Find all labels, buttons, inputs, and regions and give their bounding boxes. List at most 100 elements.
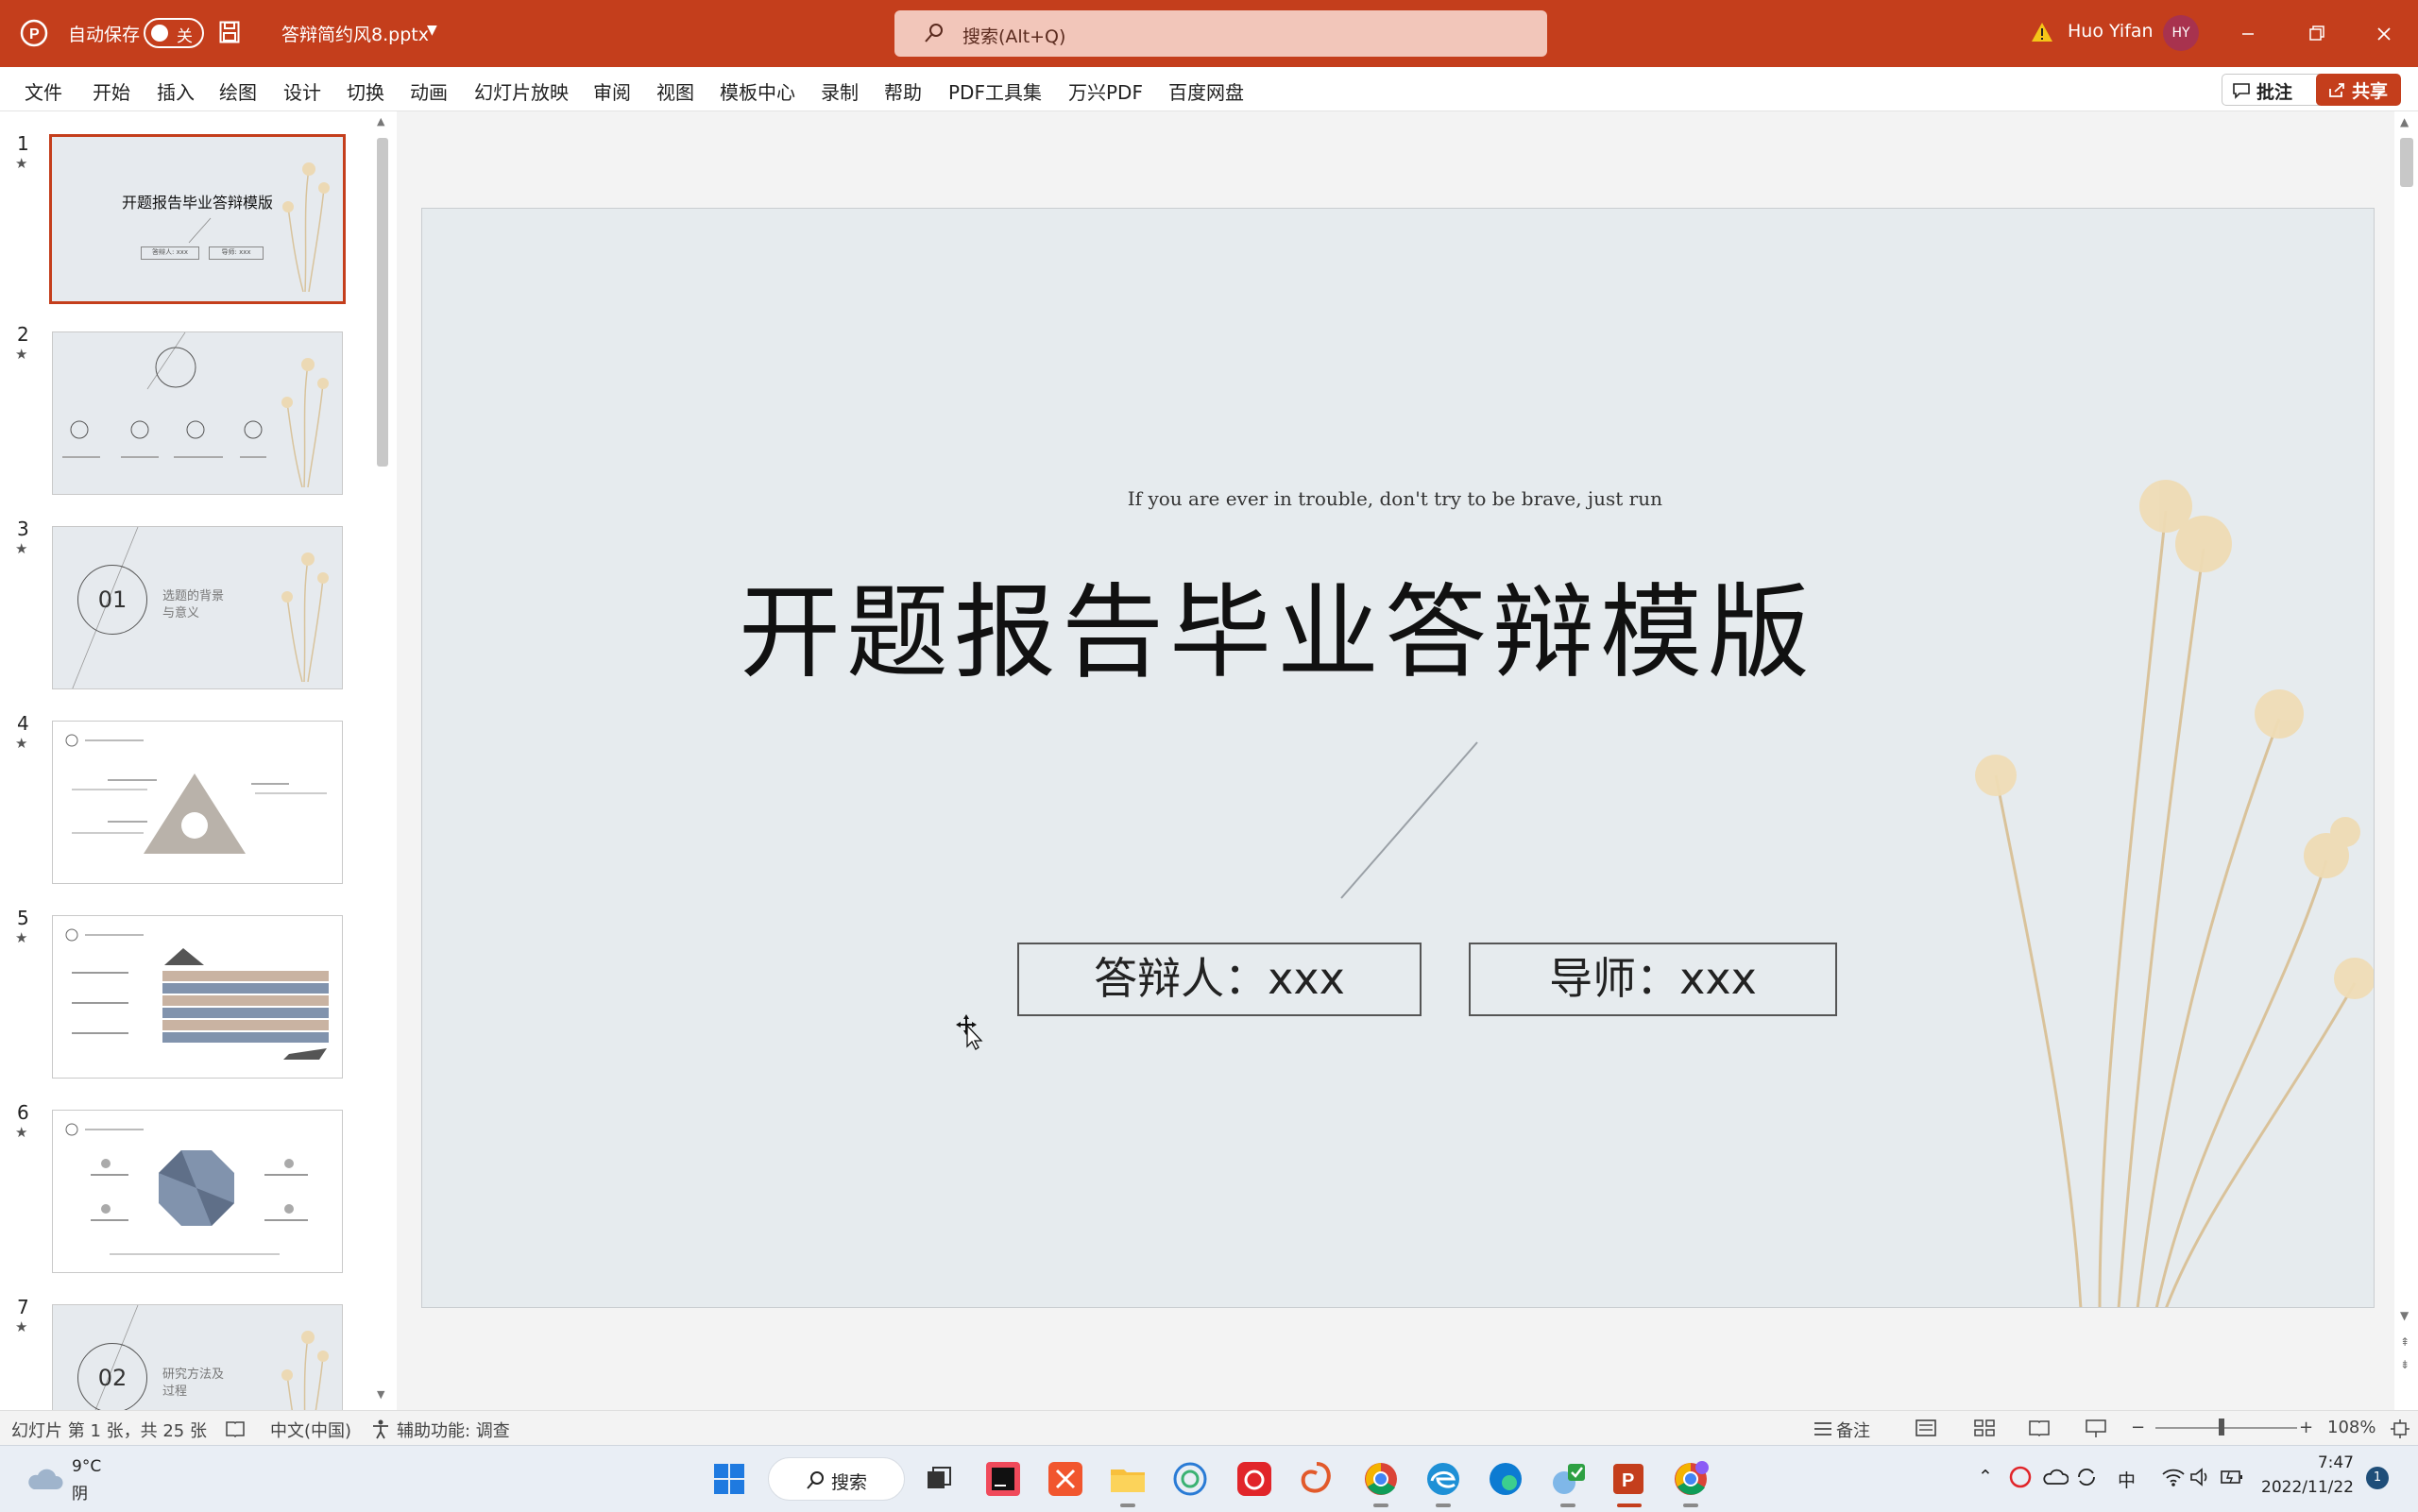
zoom-in-icon[interactable]: + — [2299, 1418, 2313, 1437]
reading-view-icon[interactable] — [2029, 1419, 2050, 1436]
zoom-slider-track[interactable] — [2155, 1427, 2297, 1429]
app-icon-globe[interactable] — [1169, 1458, 1211, 1500]
scrollbar-thumb[interactable] — [377, 138, 388, 467]
jetbrains-icon[interactable] — [982, 1458, 1024, 1500]
scroll-down-icon[interactable]: ▼ — [377, 1388, 384, 1401]
scroll-up-icon[interactable]: ▲ — [2400, 115, 2409, 128]
slide-thumbnail-5[interactable] — [52, 915, 343, 1079]
spelling-check-icon[interactable] — [225, 1420, 246, 1437]
tab-home[interactable]: 开始 — [93, 77, 130, 105]
zoom-level[interactable]: 108% — [2327, 1418, 2375, 1437]
app-icon-check[interactable] — [1547, 1458, 1589, 1500]
ime-indicator[interactable]: 中 — [2118, 1467, 2136, 1492]
save-icon[interactable] — [219, 21, 240, 43]
scroll-up-icon[interactable]: ▲ — [377, 115, 384, 127]
restore-icon[interactable] — [2297, 17, 2335, 51]
slide-thumbnail-6[interactable] — [52, 1110, 343, 1273]
scrollbar-thumb[interactable] — [2400, 138, 2413, 187]
slide-decorative-line — [1340, 741, 1478, 899]
scroll-down-icon[interactable]: ▼ — [2400, 1309, 2409, 1322]
cloud-icon[interactable] — [26, 1465, 64, 1493]
minimize-icon[interactable] — [2229, 17, 2267, 51]
tab-baidu-netdisk[interactable]: 百度网盘 — [1168, 77, 1244, 105]
wifi-icon[interactable] — [2161, 1467, 2186, 1487]
search-box[interactable]: 搜索(Alt+Q) — [894, 10, 1547, 57]
battery-icon[interactable] — [2220, 1467, 2244, 1487]
comments-button[interactable]: 批注 — [2222, 74, 2324, 106]
chrome-profile-icon[interactable] — [1670, 1458, 1711, 1500]
tab-draw[interactable]: 绘图 — [219, 77, 257, 105]
xmind-icon[interactable] — [1045, 1458, 1086, 1500]
share-button[interactable]: 共享 — [2316, 74, 2401, 106]
windows-start-icon[interactable] — [708, 1458, 750, 1500]
slide-thumbnail-4[interactable] — [52, 721, 343, 884]
tab-review[interactable]: 审阅 — [593, 77, 631, 105]
thumbnail-scrollbar[interactable]: ▲ ▼ — [373, 111, 392, 1410]
weather-temperature[interactable]: 9°C — [72, 1457, 101, 1476]
tab-wondershare-pdf[interactable]: 万兴PDF — [1068, 77, 1143, 105]
taskbar-search[interactable]: 搜索 — [768, 1457, 905, 1501]
file-name[interactable]: 答辩简约风8.pptx — [281, 21, 429, 46]
user-name[interactable]: Huo Yifan — [2068, 21, 2154, 42]
advisor-box[interactable]: 导师：xxx — [1469, 943, 1837, 1016]
presenter-box[interactable]: 答辩人：xxx — [1017, 943, 1422, 1016]
tray-app-icon[interactable] — [2008, 1465, 2033, 1489]
sync-icon[interactable] — [2074, 1465, 2099, 1489]
tab-view[interactable]: 视图 — [656, 77, 694, 105]
slideshow-icon[interactable] — [2086, 1419, 2106, 1438]
tab-pdf-tools[interactable]: PDF工具集 — [948, 77, 1042, 105]
tab-slideshow[interactable]: 幻灯片放映 — [474, 77, 569, 105]
file-explorer-icon[interactable] — [1107, 1458, 1149, 1500]
powerpoint-icon[interactable]: P — [1608, 1458, 1649, 1500]
tab-insert[interactable]: 插入 — [157, 77, 195, 105]
zoom-out-icon[interactable]: − — [2131, 1418, 2145, 1437]
language-indicator[interactable]: 中文(中国) — [270, 1418, 351, 1442]
slide-thumbnail-7[interactable]: 02 研究方法及 过程 — [52, 1304, 343, 1410]
netease-music-icon[interactable] — [1234, 1458, 1275, 1500]
current-slide[interactable]: If you are ever in trouble, don't try to… — [421, 208, 2375, 1308]
tab-animations[interactable]: 动画 — [410, 77, 448, 105]
running-indicator — [1560, 1504, 1575, 1507]
task-view-icon[interactable] — [918, 1458, 960, 1500]
notes-button[interactable]: 备注 — [1836, 1418, 1870, 1442]
edge-beta-icon[interactable] — [1422, 1458, 1464, 1500]
thumb-section-subtitle: 与意义 — [162, 606, 200, 620]
tab-design[interactable]: 设计 — [283, 77, 321, 105]
slide-thumbnail-2[interactable] — [52, 331, 343, 495]
previous-slide-icon[interactable]: ⇞ — [2400, 1335, 2409, 1349]
clock-time[interactable]: 7:47 — [2267, 1453, 2354, 1472]
slide-thumbnail-1[interactable]: 开题报告毕业答辩模版 答辩人: xxx 导师: xxx — [49, 134, 346, 304]
svg-text:P: P — [29, 26, 40, 42]
close-icon[interactable] — [2365, 17, 2403, 51]
move-cursor-icon — [956, 1014, 983, 1050]
chrome-icon[interactable] — [1360, 1458, 1402, 1500]
editor-scrollbar[interactable]: ▲ ▼ ⇞ ⇟ — [2394, 111, 2418, 1410]
edge-icon[interactable] — [1485, 1458, 1526, 1500]
volume-icon[interactable] — [2189, 1467, 2212, 1487]
clock-date[interactable]: 2022/11/22 — [2248, 1478, 2354, 1497]
notification-badge[interactable]: 1 — [2366, 1467, 2389, 1489]
tab-help[interactable]: 帮助 — [884, 77, 922, 105]
tray-overflow-icon[interactable]: ⌃ — [1978, 1467, 1993, 1487]
next-slide-icon[interactable]: ⇟ — [2400, 1358, 2409, 1371]
zoom-slider-knob[interactable] — [2219, 1419, 2224, 1436]
share-label: 共享 — [2352, 81, 2389, 102]
tab-transitions[interactable]: 切换 — [347, 77, 384, 105]
normal-view-icon[interactable] — [1916, 1419, 1936, 1436]
fit-slide-icon[interactable] — [2390, 1419, 2410, 1439]
slide-sorter-icon[interactable] — [1974, 1419, 1995, 1436]
notes-icon[interactable] — [1814, 1420, 1832, 1437]
slide-thumbnail-3[interactable]: 01 选题的背景 与意义 — [52, 526, 343, 689]
avatar[interactable]: HY — [2163, 15, 2199, 51]
warning-icon[interactable] — [2031, 21, 2053, 43]
autosave-toggle[interactable]: 关 — [144, 18, 204, 48]
chevron-down-icon[interactable]: ▼ — [427, 23, 437, 38]
accessibility-status[interactable]: 辅助功能: 调查 — [397, 1418, 510, 1442]
tab-template-center[interactable]: 模板中心 — [720, 77, 795, 105]
accessibility-icon[interactable] — [370, 1419, 391, 1439]
weather-condition[interactable]: 阴 — [72, 1480, 88, 1504]
tab-record[interactable]: 录制 — [821, 77, 859, 105]
onedrive-icon[interactable] — [2042, 1467, 2069, 1487]
tab-file[interactable]: 文件 — [25, 77, 62, 105]
app-icon-shell[interactable] — [1296, 1458, 1337, 1500]
